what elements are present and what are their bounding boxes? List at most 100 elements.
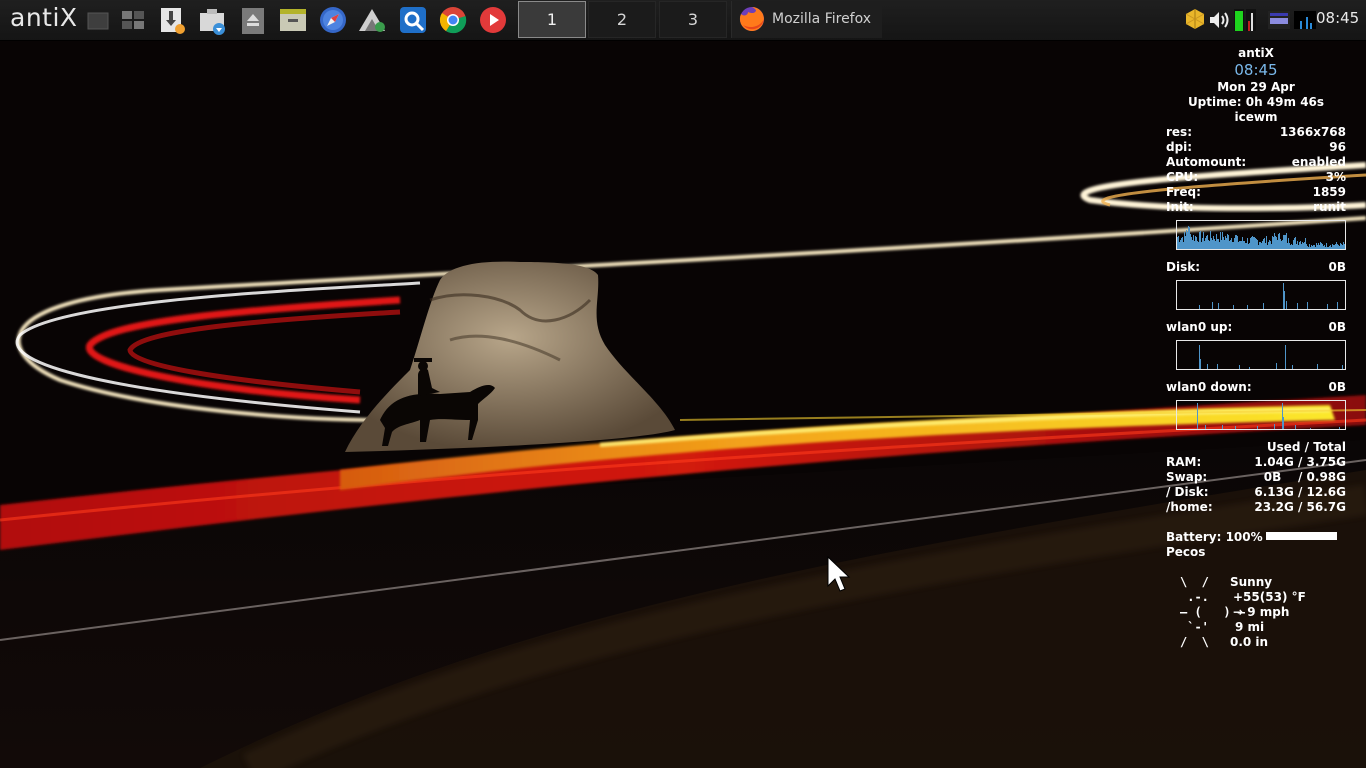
cpu-graph-bar	[1245, 243, 1246, 249]
conky-stat-value: 1859	[1312, 185, 1346, 199]
task-firefox-button[interactable]: Mozilla Firefox	[731, 1, 882, 38]
cpu-graph-bar	[1177, 237, 1178, 249]
download-manager-icon[interactable]	[158, 5, 188, 35]
cpu-graph-bar	[1325, 247, 1326, 249]
desktop-grid-icon[interactable]	[118, 5, 148, 35]
cpu-graph-bar	[1247, 238, 1248, 249]
wlan-up-graph-bar	[1200, 359, 1201, 369]
wlan-down-graph-bar	[1310, 428, 1311, 429]
cpu-graph-bar	[1328, 247, 1329, 249]
conky-wlan-down-value: 0B	[1328, 380, 1347, 394]
cpu-graph-bar	[1227, 234, 1228, 249]
cpu-graph-bar	[1336, 242, 1337, 249]
cpu-graph-bar	[1312, 246, 1313, 249]
cpu-graph-bar	[1261, 243, 1262, 249]
conky-mem-label: Swap:	[1166, 470, 1208, 484]
cpu-graph-bar	[1276, 237, 1277, 249]
cpu-graph-bar	[1228, 235, 1229, 249]
cpu-graph-bar	[1274, 233, 1275, 249]
cpu-graph-bar	[1326, 243, 1327, 249]
cpu-graph-bar	[1291, 244, 1292, 249]
disk-graph-bar	[1297, 303, 1298, 309]
weather-art-line: `-'	[1180, 620, 1209, 634]
cpu-graph-bar	[1204, 241, 1205, 249]
cpu-graph-bar	[1232, 242, 1233, 249]
file-manager-icon[interactable]	[278, 5, 308, 35]
system-tray	[1184, 8, 1316, 32]
memory-monitor-icon	[1294, 11, 1316, 29]
cpu-graph-bar	[1265, 243, 1266, 249]
conky-uptime: Uptime: 0h 49m 46s	[1187, 95, 1325, 109]
wlan-up-graph-bar	[1217, 364, 1218, 369]
disk-graph-bar	[1263, 303, 1264, 309]
cpu-graph-bar	[1252, 236, 1253, 249]
wlan-up-graph-bar	[1276, 363, 1277, 369]
workspace-1-label: 1	[546, 10, 558, 29]
wlan-up-graph-bar	[1317, 364, 1318, 369]
cpu-graph-bar	[1268, 242, 1269, 249]
taskbar-clock[interactable]: 08:45	[1316, 9, 1359, 27]
wlan-up-graph	[1176, 340, 1346, 370]
cpu-graph-bar	[1294, 238, 1295, 249]
wlan-up-graph-bar	[1249, 367, 1250, 369]
cpu-graph-bar	[1344, 244, 1345, 249]
control-centre-icon[interactable]	[398, 5, 428, 35]
conky-wlan-up-label: wlan0 up:	[1166, 320, 1233, 334]
cpu-graph-bar	[1216, 234, 1217, 249]
firefox-icon	[739, 7, 764, 31]
media-player-icon[interactable]	[478, 5, 508, 35]
package-installer-icon[interactable]	[197, 5, 227, 35]
conky-wlan-down-label: wlan0 down:	[1166, 380, 1252, 394]
cpu-graph-bar	[1244, 241, 1245, 249]
mountain-app-icon[interactable]	[357, 5, 387, 35]
network-icon[interactable]	[1268, 11, 1290, 29]
disk-graph-bar	[1199, 305, 1200, 309]
show-desktop-icon[interactable]	[84, 5, 114, 35]
cpu-graph-bar	[1217, 239, 1218, 249]
cpu-graph-bar	[1196, 237, 1197, 249]
cpu-graph-bar	[1185, 236, 1186, 249]
start-menu-label: antiX	[10, 3, 78, 32]
wlan-down-graph-bar	[1222, 425, 1223, 429]
cpu-graph-bar	[1262, 241, 1263, 249]
conky-stat-value: 96	[1329, 140, 1346, 154]
weather-wind: → 9 mph	[1233, 605, 1290, 619]
cpu-graph-bar	[1303, 243, 1304, 249]
conky-stat-label: Init:	[1166, 200, 1194, 214]
cpu-graph-bar	[1290, 245, 1291, 249]
cpu-graph-bar	[1335, 244, 1336, 249]
volume-icon[interactable]	[1208, 10, 1230, 30]
wlan-down-graph-bar	[1339, 427, 1340, 429]
cpu-graph-bar	[1223, 237, 1224, 249]
cpu-graph-bar	[1343, 242, 1344, 249]
cpu-graph-bar	[1271, 244, 1272, 249]
cpu-graph-bar	[1235, 235, 1236, 249]
cpu-graph-bar	[1282, 240, 1283, 249]
cpu-graph-bar	[1210, 231, 1211, 249]
compass-browser-icon[interactable]	[318, 5, 348, 35]
cpu-graph-bar	[1218, 239, 1219, 249]
chrome-icon[interactable]	[438, 5, 468, 35]
cpu-graph-bar	[1297, 241, 1298, 249]
workspace-3-button[interactable]: 3	[659, 1, 727, 38]
cpu-graph-bar	[1186, 230, 1187, 249]
eject-icon[interactable]	[238, 5, 268, 35]
wlan-up-graph-bar	[1285, 345, 1286, 369]
updates-icon[interactable]	[1184, 8, 1206, 30]
conky-mem-value: 6.13G / 12.6G	[1254, 485, 1346, 499]
cpu-graph-bar	[1249, 243, 1250, 249]
weather-art-line: .-.	[1180, 590, 1209, 604]
cpu-graph-bar	[1198, 242, 1199, 249]
weather-art-line: / \	[1180, 635, 1209, 649]
start-menu-button[interactable]: antiX	[0, 0, 82, 40]
cpu-graph-bar	[1201, 242, 1202, 249]
workspace-2-button[interactable]: 2	[588, 1, 656, 38]
workspace-1-button[interactable]: 1	[518, 1, 586, 38]
cpu-graph-bar	[1314, 245, 1315, 249]
cpu-graph-bar	[1257, 240, 1258, 249]
wlan-down-graph-bar	[1197, 403, 1198, 429]
conky-mem-header: Used / Total	[1266, 440, 1346, 454]
conky-mem-label: / Disk:	[1166, 485, 1209, 499]
cpu-graph-bar	[1317, 245, 1318, 249]
disk-graph-bar	[1212, 302, 1213, 309]
